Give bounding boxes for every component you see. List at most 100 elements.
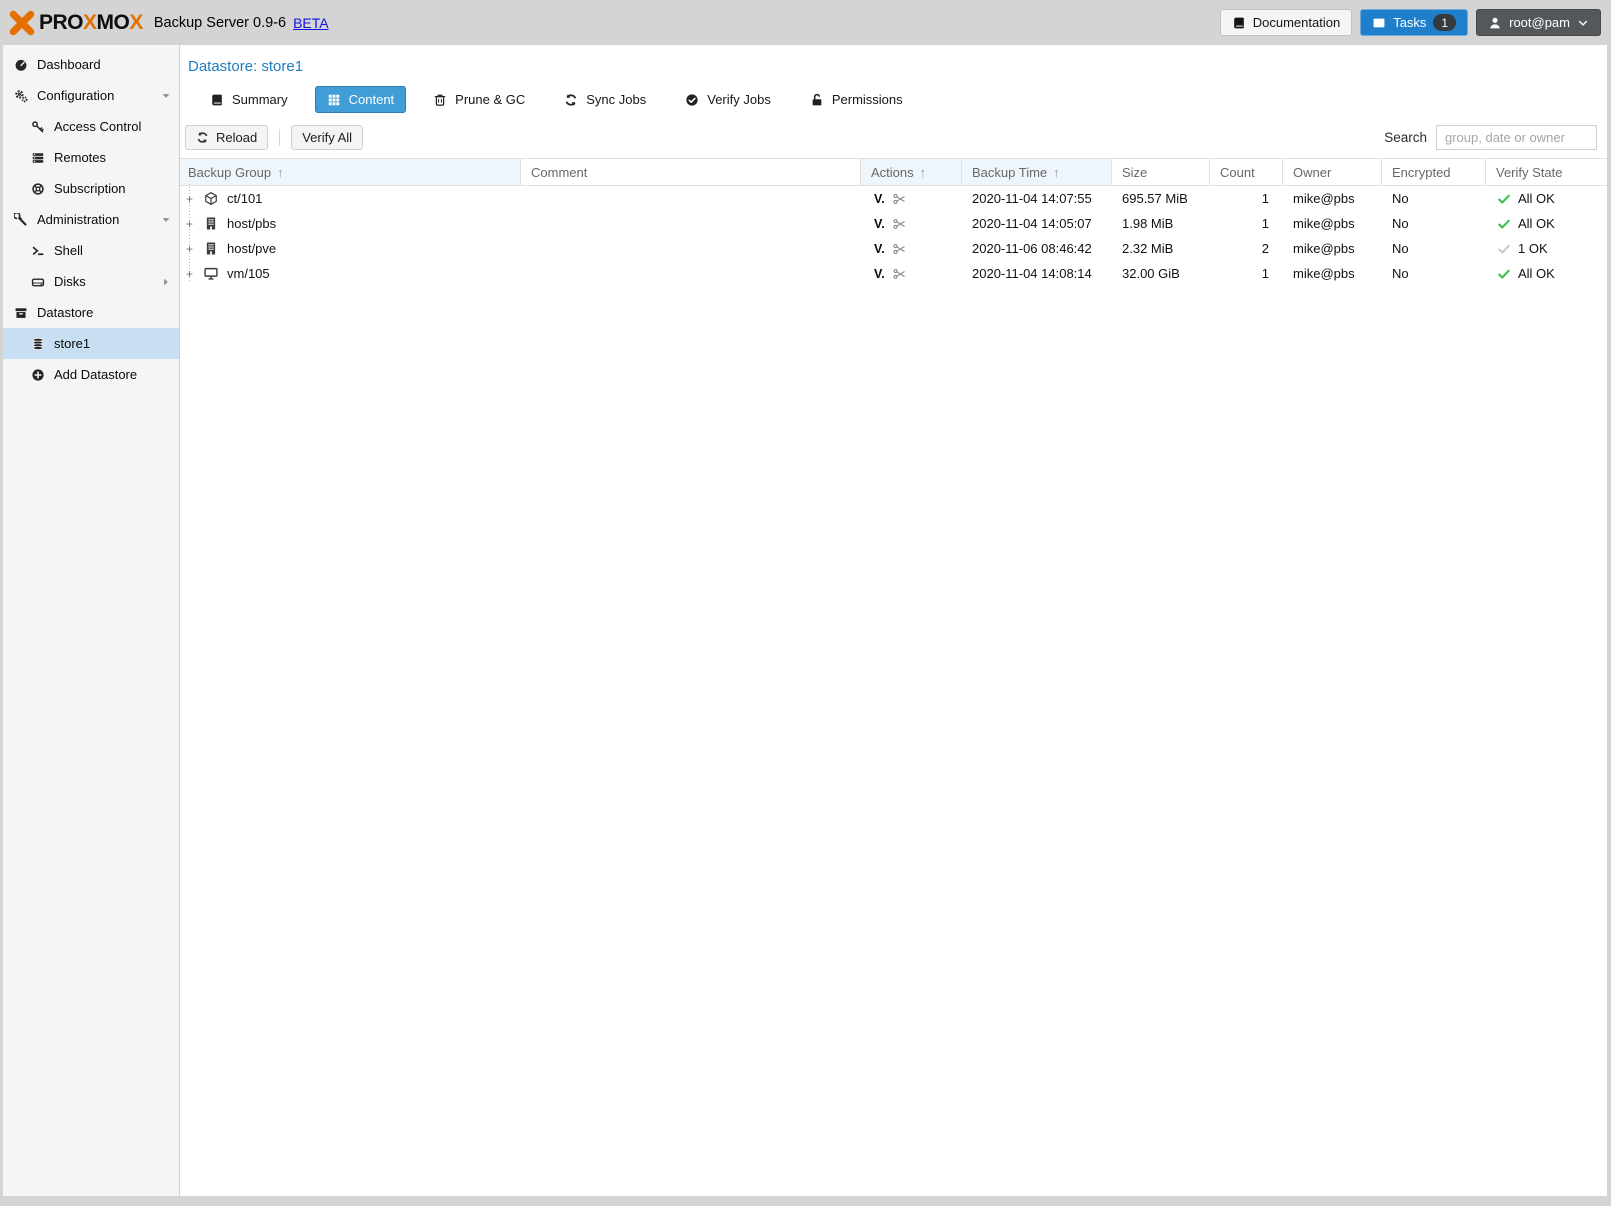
tab-content[interactable]: Content — [315, 86, 407, 113]
top-header: PROXMOX Backup Server 0.9-6 BETA Documen… — [0, 0, 1611, 45]
tab-label: Permissions — [832, 92, 903, 107]
column-header-comment[interactable]: Comment — [521, 159, 861, 185]
row-expander[interactable]: + — [184, 193, 195, 205]
toolbar-separator — [279, 129, 280, 146]
sidebar-item-dashboard[interactable]: Dashboard — [3, 49, 179, 80]
user-menu-button[interactable]: root@pam — [1476, 9, 1601, 36]
page-title: Datastore: store1 — [180, 45, 1607, 78]
verify-action[interactable]: V. — [874, 192, 885, 206]
tasks-icon — [1372, 16, 1386, 30]
beta-link[interactable]: BETA — [293, 15, 329, 31]
size-cell: 32.00 GiB — [1112, 266, 1210, 281]
verify-ok-icon — [1497, 267, 1511, 281]
sidebar-item-administration[interactable]: Administration — [3, 204, 179, 235]
tri-down-icon — [160, 90, 172, 102]
column-header-actions[interactable]: Actions ↑ — [861, 159, 962, 185]
owner-cell: mike@pbs — [1283, 241, 1382, 256]
sidebar-item-label: store1 — [54, 336, 90, 351]
tab-sync-jobs[interactable]: Sync Jobs — [552, 86, 658, 113]
sidebar-item-subscription[interactable]: Subscription — [3, 173, 179, 204]
archive-icon — [14, 306, 28, 320]
column-header-backup-group[interactable]: Backup Group ↑ — [180, 159, 521, 185]
tab-verify-jobs[interactable]: Verify Jobs — [673, 86, 783, 113]
column-header-owner[interactable]: Owner — [1283, 159, 1382, 185]
column-header-encrypted[interactable]: Encrypted — [1382, 159, 1486, 185]
prune-action-icon[interactable] — [892, 267, 907, 281]
grid-icon — [327, 93, 341, 107]
size-cell: 2.32 MiB — [1112, 241, 1210, 256]
main-panel: Datastore: store1 Summary Content Prune & … — [180, 45, 1607, 1196]
prune-action-icon[interactable] — [892, 242, 907, 256]
sidebar-item-configuration[interactable]: Configuration — [3, 80, 179, 111]
key-icon — [31, 120, 45, 134]
column-header-backup-time[interactable]: Backup Time↑ — [962, 159, 1112, 185]
row-expander[interactable]: + — [184, 268, 195, 280]
sidebar-item-store1[interactable]: store1 — [3, 328, 179, 359]
building-icon — [203, 216, 219, 231]
column-header-verify-state[interactable]: Verify State — [1486, 159, 1607, 185]
backup-group-cell: +host/pbs — [180, 216, 521, 231]
sort-asc-icon: ↑ — [920, 165, 927, 180]
sidebar-item-label: Dashboard — [37, 57, 101, 72]
verify-all-button[interactable]: Verify All — [291, 125, 363, 150]
brand-part: X — [83, 11, 97, 34]
prune-action-icon[interactable] — [892, 192, 907, 206]
sidebar-item-label: Datastore — [37, 305, 93, 320]
tasks-button[interactable]: Tasks 1 — [1360, 9, 1468, 36]
documentation-label: Documentation — [1253, 15, 1340, 30]
prune-action-icon[interactable] — [892, 217, 907, 231]
table-body: +ct/101V.2020-11-04 14:07:55695.57 MiB1m… — [180, 186, 1607, 286]
trash-icon — [433, 93, 447, 107]
column-header-label: Backup Group — [188, 165, 271, 180]
column-header-label: Comment — [531, 165, 587, 180]
tab-label: Content — [349, 92, 395, 107]
tasks-label: Tasks — [1393, 15, 1426, 30]
tab-prune-gc[interactable]: Prune & GC — [421, 86, 537, 113]
verify-state-cell: 1 OK — [1486, 241, 1607, 256]
verify-action[interactable]: V. — [874, 267, 885, 281]
backup-group-cell: +ct/101 — [180, 191, 521, 206]
sidebar-item-remotes[interactable]: Remotes — [3, 142, 179, 173]
table-row[interactable]: +ct/101V.2020-11-04 14:07:55695.57 MiB1m… — [180, 186, 1607, 211]
sidebar-item-label: Configuration — [37, 88, 114, 103]
sidebar-item-label: Remotes — [54, 150, 106, 165]
row-expander[interactable]: + — [184, 243, 195, 255]
sidebar-item-disks[interactable]: Disks — [3, 266, 179, 297]
sidebar-item-add-datastore[interactable]: Add Datastore — [3, 359, 179, 390]
tab-permissions[interactable]: Permissions — [798, 86, 915, 113]
table-row[interactable]: +vm/105V.2020-11-04 14:08:1432.00 GiB1mi… — [180, 261, 1607, 286]
table-row[interactable]: +host/pveV.2020-11-06 08:46:422.32 MiB2m… — [180, 236, 1607, 261]
verify-ok-icon — [1497, 192, 1511, 206]
count-cell: 1 — [1210, 216, 1283, 231]
column-header-size[interactable]: Size — [1112, 159, 1210, 185]
tab-label: Verify Jobs — [707, 92, 771, 107]
tab-summary[interactable]: Summary — [198, 86, 300, 113]
table-row[interactable]: +host/pbsV.2020-11-04 14:05:071.98 MiB1m… — [180, 211, 1607, 236]
tri-down-icon — [160, 214, 172, 226]
verify-state-label: 1 OK — [1518, 241, 1548, 256]
wrench-icon — [14, 213, 28, 227]
column-header-count[interactable]: Count — [1210, 159, 1283, 185]
sidebar-item-shell[interactable]: Shell — [3, 235, 179, 266]
reload-label: Reload — [216, 130, 257, 145]
row-expander[interactable]: + — [184, 218, 195, 230]
sidebar-item-datastore[interactable]: Datastore — [3, 297, 179, 328]
backup-group-label: vm/105 — [227, 266, 270, 281]
sidebar-item-label: Subscription — [54, 181, 126, 196]
verify-action[interactable]: V. — [874, 217, 885, 231]
terminal-icon — [31, 244, 45, 258]
lifering-icon — [31, 182, 45, 196]
actions-cell: V. — [861, 192, 962, 206]
backup-group-cell: +host/pve — [180, 241, 521, 256]
verify-action[interactable]: V. — [874, 242, 885, 256]
documentation-button[interactable]: Documentation — [1220, 9, 1352, 36]
encrypted-cell: No — [1382, 266, 1486, 281]
plus-circle-icon — [31, 368, 45, 382]
sort-asc-icon: ↑ — [277, 165, 284, 180]
check-circle-icon — [685, 93, 699, 107]
column-header-label: Actions — [871, 165, 914, 180]
column-header-label: Count — [1220, 165, 1255, 180]
reload-button[interactable]: Reload — [185, 125, 268, 150]
sidebar-item-access-control[interactable]: Access Control — [3, 111, 179, 142]
search-input[interactable] — [1436, 125, 1597, 150]
